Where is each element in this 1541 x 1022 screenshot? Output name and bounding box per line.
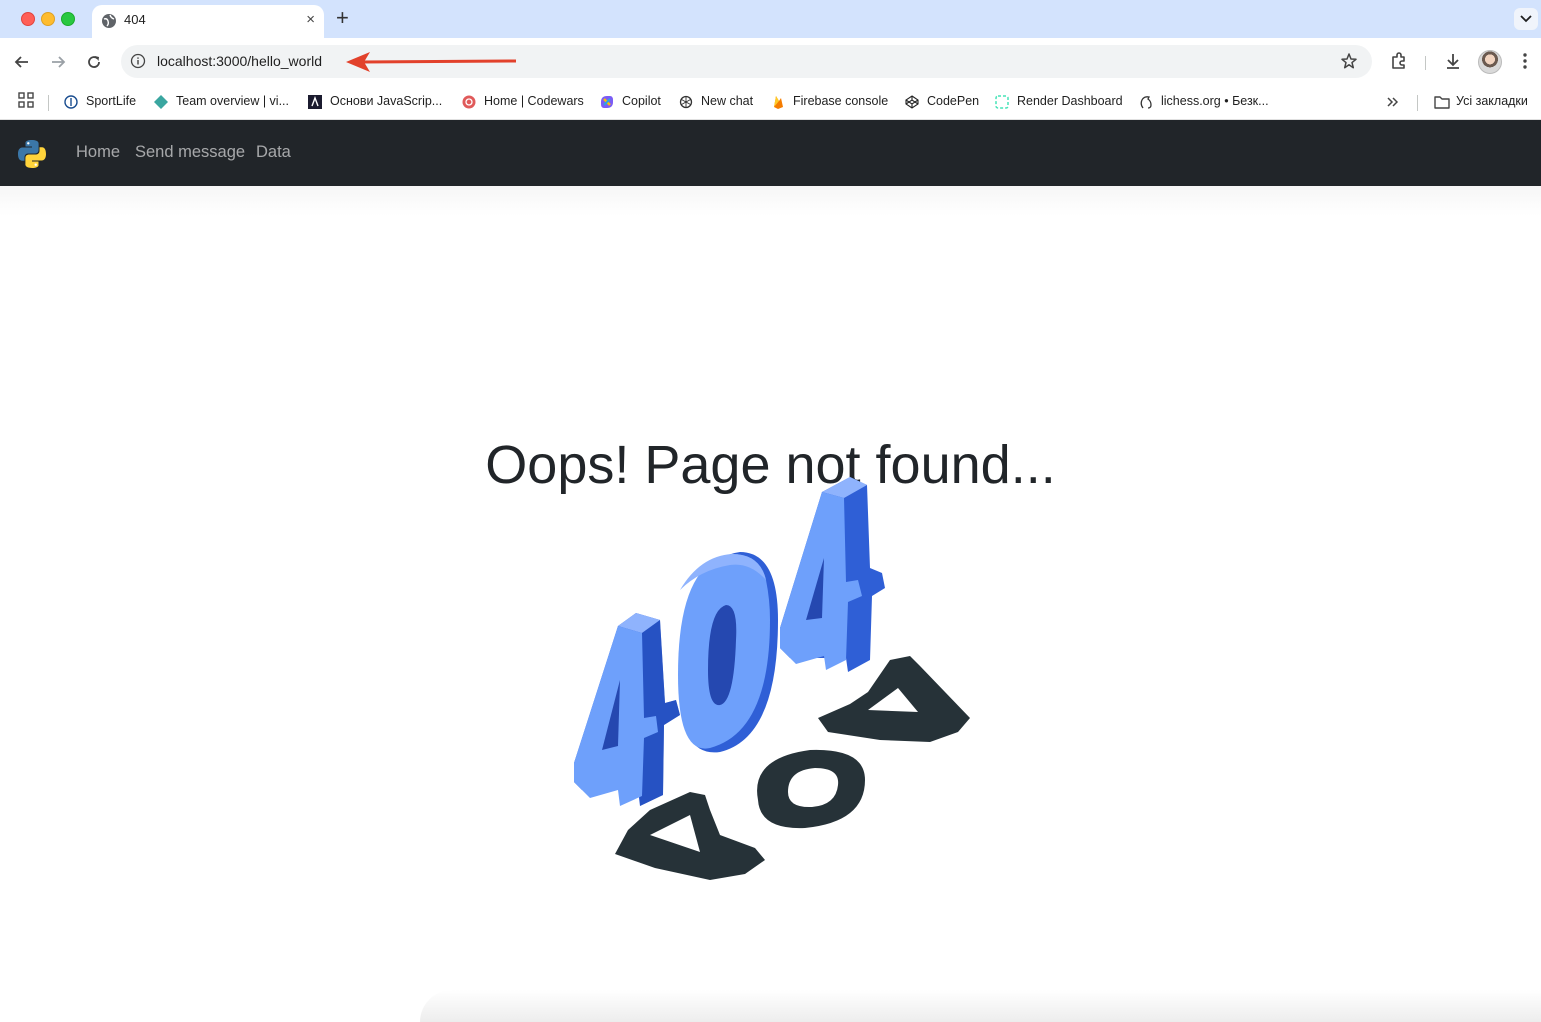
download-icon[interactable] [1443, 51, 1463, 71]
extensions-icon[interactable] [1389, 51, 1409, 71]
annotation-arrow-icon [346, 52, 517, 72]
active-tab[interactable]: 404 × [92, 5, 324, 38]
minimize-window-button[interactable] [41, 12, 55, 26]
tab-search-button[interactable] [1514, 8, 1538, 30]
browser-toolbar: localhost:3000/hello_world [0, 38, 1541, 86]
python-logo-icon[interactable] [16, 138, 48, 170]
bookmark-star-icon[interactable] [1340, 52, 1358, 70]
profile-avatar[interactable] [1478, 50, 1502, 74]
tab-close-button[interactable]: × [306, 11, 315, 28]
globe-icon [102, 14, 116, 28]
copilot-icon [601, 96, 613, 108]
404-shadow [615, 656, 970, 880]
navbar-shadow [0, 186, 1541, 216]
nav-link-send-message[interactable]: Send message [135, 143, 245, 162]
lambda-icon [308, 95, 322, 109]
404-illustration [574, 477, 970, 880]
forward-arrow-icon[interactable] [48, 52, 68, 72]
url-text[interactable]: localhost:3000/hello_world [157, 53, 322, 69]
bookmarks-divider [48, 95, 49, 111]
site-info-icon[interactable] [130, 53, 146, 69]
maximize-window-button[interactable] [61, 12, 75, 26]
tab-title: 404 [124, 12, 146, 27]
diamond-icon [154, 95, 168, 109]
apps-grid-icon[interactable] [18, 92, 34, 108]
address-bar[interactable]: localhost:3000/hello_world [121, 45, 1372, 78]
codepen-icon [905, 95, 919, 109]
sportlife-icon [64, 95, 78, 109]
chevron-down-icon [1520, 15, 1532, 23]
firebase-icon [774, 96, 783, 109]
digit-4-right [780, 477, 885, 672]
back-arrow-icon[interactable] [12, 52, 32, 72]
tab-strip: 404 × + [0, 0, 1541, 38]
toolbar-divider [1425, 56, 1426, 70]
lichess-icon [1140, 96, 1152, 109]
digit-4-left [574, 613, 680, 806]
nav-link-home[interactable]: Home [76, 143, 120, 162]
digit-0 [678, 552, 778, 753]
nav-link-data[interactable]: Data [256, 143, 291, 162]
bookmarks-divider-right [1417, 95, 1418, 111]
codewars-icon [462, 95, 476, 109]
bottom-fade [420, 990, 1541, 1022]
site-navbar: Home Send message Data [0, 120, 1541, 186]
close-window-button[interactable] [21, 12, 35, 26]
folder-icon [1434, 96, 1450, 109]
bookmarks-bar: SportLife Team overview | vi... Основи J… [0, 86, 1541, 120]
more-menu-icon[interactable] [1519, 51, 1531, 71]
render-icon [995, 95, 1009, 109]
more-bookmarks-chevron-icon[interactable] [1386, 96, 1400, 108]
reload-icon[interactable] [84, 52, 104, 72]
openai-icon [679, 95, 693, 109]
new-tab-button[interactable]: + [336, 5, 349, 31]
